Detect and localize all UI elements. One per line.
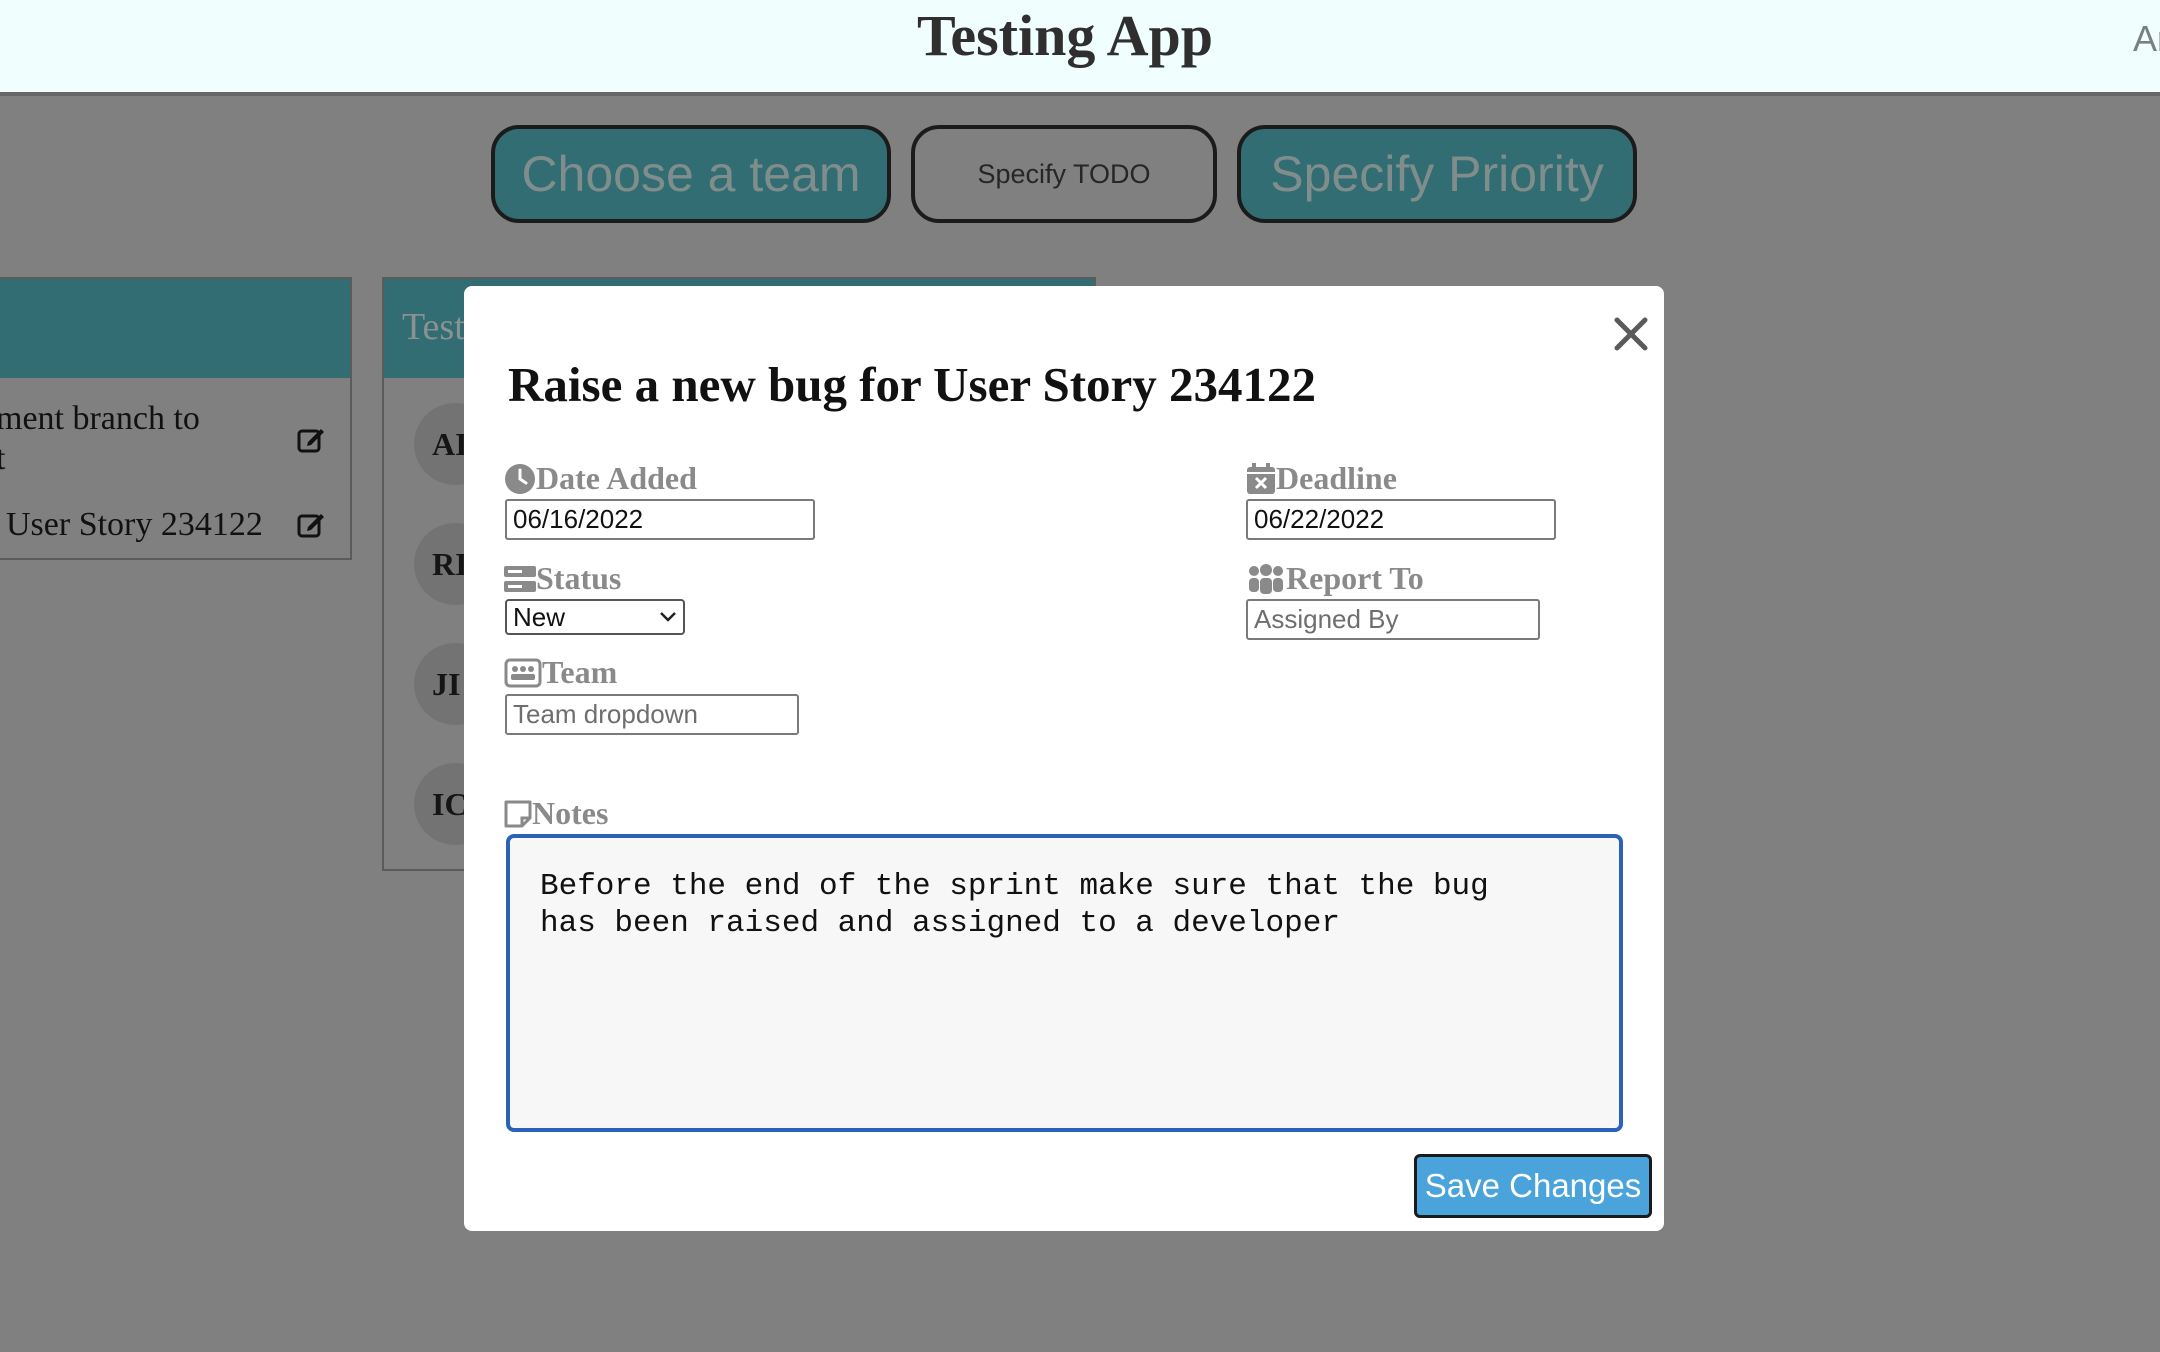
choose-team-button[interactable]: Choose a team	[491, 125, 891, 223]
card-text-line-1: ment branch to	[0, 400, 200, 437]
card-text-line-2: t	[0, 440, 6, 477]
team-input[interactable]: Team dropdown	[505, 694, 799, 735]
edit-icon[interactable]	[296, 509, 326, 539]
notes-label: Notes	[504, 795, 608, 832]
deadline-label-text: Deadline	[1276, 460, 1397, 496]
specify-priority-button[interactable]: Specify Priority	[1237, 125, 1637, 223]
deadline-label: Deadline	[1246, 460, 1397, 497]
specify-todo-button[interactable]: Specify TODO	[911, 125, 1217, 223]
notes-label-text: Notes	[532, 795, 609, 831]
chevron-down-icon	[660, 612, 676, 622]
header-right-text[interactable]: Ar	[2133, 18, 2160, 60]
app-header: Testing App Ar	[0, 0, 2160, 96]
column-title: Test	[402, 306, 465, 348]
card-title[interactable]: User Story 234122	[6, 506, 263, 544]
status-label-text: Status	[536, 560, 622, 596]
note-icon	[504, 800, 532, 827]
calendar-x-icon	[1247, 462, 1275, 494]
save-changes-button[interactable]: Save Changes	[1414, 1154, 1652, 1218]
new-bug-modal: Raise a new bug for User Story 234122 Da…	[464, 286, 1664, 1231]
team-label: Team	[504, 654, 617, 691]
status-selected-value: New	[513, 602, 566, 632]
board-column-1: ment branch to t User Story 234122	[0, 277, 352, 560]
report-to-input[interactable]: Assigned By	[1246, 599, 1540, 640]
column-header	[0, 279, 350, 378]
people-icon	[1249, 563, 1283, 594]
server-icon	[504, 565, 536, 592]
edit-icon[interactable]	[296, 424, 326, 454]
team-label-text: Team	[542, 654, 618, 690]
date-added-label: Date Added	[504, 460, 697, 497]
close-icon[interactable]	[1607, 310, 1655, 358]
app-title: Testing App	[916, 3, 1214, 68]
status-select[interactable]: New	[505, 599, 685, 635]
clock-icon	[505, 463, 535, 494]
date-added-input[interactable]: 06/16/2022	[505, 499, 815, 540]
report-to-label: Report To	[1246, 560, 1424, 597]
date-added-label-text: Date Added	[536, 460, 697, 496]
modal-title: Raise a new bug for User Story 234122	[508, 357, 1317, 412]
notes-textarea[interactable]: Before the end of the sprint make sure t…	[506, 834, 1623, 1132]
id-badge-icon	[504, 658, 542, 687]
deadline-input[interactable]: 06/22/2022	[1246, 499, 1556, 540]
report-to-label-text: Report To	[1286, 560, 1424, 596]
status-label: Status	[504, 560, 621, 597]
